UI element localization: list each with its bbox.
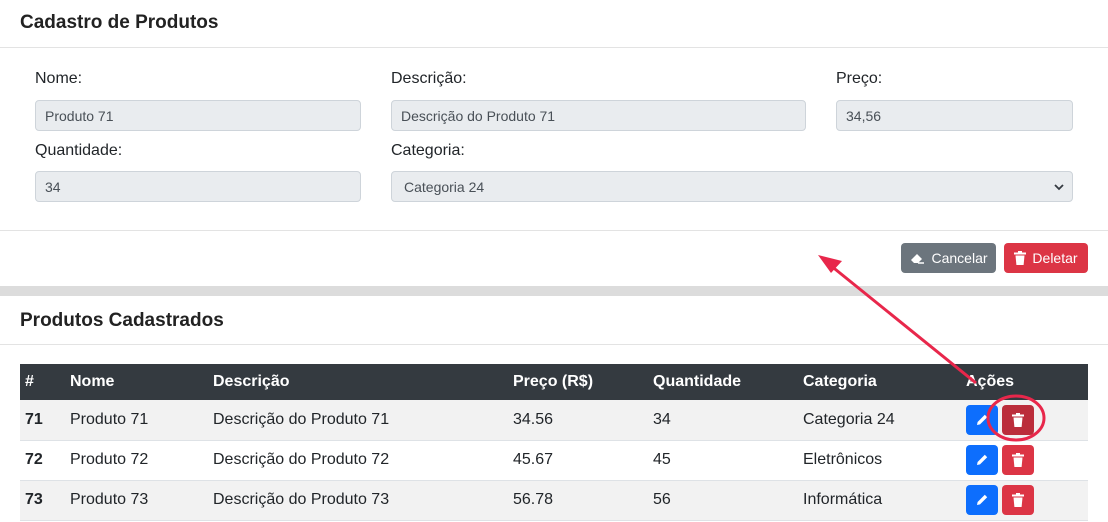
- cell-acoes: [961, 440, 1088, 480]
- cell-nome: Produto 71: [70, 410, 149, 428]
- descricao-label: Descrição:: [391, 70, 467, 87]
- pencil-icon: [977, 494, 988, 505]
- divider: [0, 47, 1108, 48]
- categoria-select-value: Categoria 24: [404, 179, 485, 195]
- cell-descricao: Descrição do Produto 71: [213, 410, 390, 428]
- cell-acoes: [961, 480, 1088, 520]
- cell-preco: 45.67: [513, 451, 554, 468]
- cell-quantidade: 45: [653, 451, 671, 468]
- cell-categoria: Eletrônicos: [803, 451, 883, 468]
- preco-label: Preço:: [836, 70, 883, 87]
- nome-input[interactable]: Produto 71: [35, 100, 361, 131]
- quantidade-input[interactable]: 34: [35, 171, 361, 202]
- cell-nome: Produto 73: [70, 491, 149, 508]
- form-title: Cadastro de Produtos: [20, 12, 219, 33]
- cell-preco: 56.78: [513, 491, 554, 508]
- product-form-card: Cadastro de Produtos Nome: Produto 71 De…: [0, 0, 1108, 286]
- trash-icon: [1014, 251, 1027, 265]
- cell-quantidade: 34: [653, 410, 671, 428]
- col-header-categoria: Categoria: [803, 373, 877, 390]
- nome-label: Nome:: [35, 70, 83, 87]
- trash-icon: [1012, 453, 1024, 467]
- cancel-button-label: Cancelar: [931, 250, 988, 266]
- trash-icon: [1012, 493, 1024, 507]
- products-table: # Nome Descrição Preço (R$) Quantidade C…: [20, 364, 1088, 521]
- col-header-descricao: Descrição: [213, 373, 290, 390]
- categoria-label: Categoria:: [391, 142, 465, 159]
- cell-descricao: Descrição do Produto 72: [213, 451, 390, 468]
- table-header-row: # Nome Descrição Preço (R$) Quantidade C…: [20, 364, 1088, 400]
- preco-input[interactable]: 34,56: [836, 100, 1073, 131]
- delete-button-label: Deletar: [1032, 250, 1078, 266]
- col-header-preco: Preço (R$): [513, 373, 594, 390]
- eraser-icon: [911, 254, 925, 264]
- edit-button[interactable]: [966, 445, 998, 475]
- row-delete-button[interactable]: [1002, 404, 1034, 435]
- divider: [0, 230, 1108, 231]
- divider: [0, 344, 1108, 345]
- cell-preco: 34.56: [513, 410, 554, 428]
- col-header-quantidade: Quantidade: [653, 373, 742, 390]
- table-row[interactable]: 72 Produto 72 Descrição do Produto 72 45…: [20, 440, 1088, 480]
- cell-id: 71: [25, 410, 43, 428]
- pencil-icon: [977, 454, 988, 465]
- delete-button[interactable]: Deletar: [1004, 243, 1088, 273]
- product-list-card: Produtos Cadastrados # Nome Descrição Pr…: [0, 296, 1108, 522]
- list-title: Produtos Cadastrados: [20, 310, 224, 331]
- edit-button[interactable]: [966, 485, 998, 515]
- cell-acoes: [961, 400, 1088, 440]
- table-row[interactable]: 73 Produto 73 Descrição do Produto 73 56…: [20, 480, 1088, 520]
- row-delete-button[interactable]: [1002, 445, 1034, 475]
- cell-categoria: Categoria 24: [803, 410, 895, 428]
- row-delete-button[interactable]: [1002, 485, 1034, 515]
- quantidade-label: Quantidade:: [35, 142, 123, 159]
- categoria-select[interactable]: Categoria 24: [391, 171, 1073, 202]
- cell-quantidade: 56: [653, 491, 671, 508]
- cell-id: 73: [25, 491, 43, 508]
- trash-icon: [1012, 412, 1024, 427]
- cancel-button[interactable]: Cancelar: [901, 243, 996, 273]
- cell-nome: Produto 72: [70, 451, 149, 468]
- col-header-acoes: Ações: [966, 373, 1015, 390]
- edit-button[interactable]: [966, 404, 998, 435]
- cell-id: 72: [25, 451, 43, 468]
- cell-descricao: Descrição do Produto 73: [213, 491, 390, 508]
- chevron-down-icon: [1054, 184, 1064, 191]
- col-header-id: #: [25, 373, 34, 390]
- cell-categoria: Informática: [803, 491, 883, 508]
- table-row[interactable]: 71 Produto 71 Descrição do Produto 71 34…: [20, 400, 1088, 440]
- col-header-nome: Nome: [70, 373, 115, 390]
- descricao-input[interactable]: Descrição do Produto 71: [391, 100, 806, 131]
- pencil-icon: [977, 414, 988, 425]
